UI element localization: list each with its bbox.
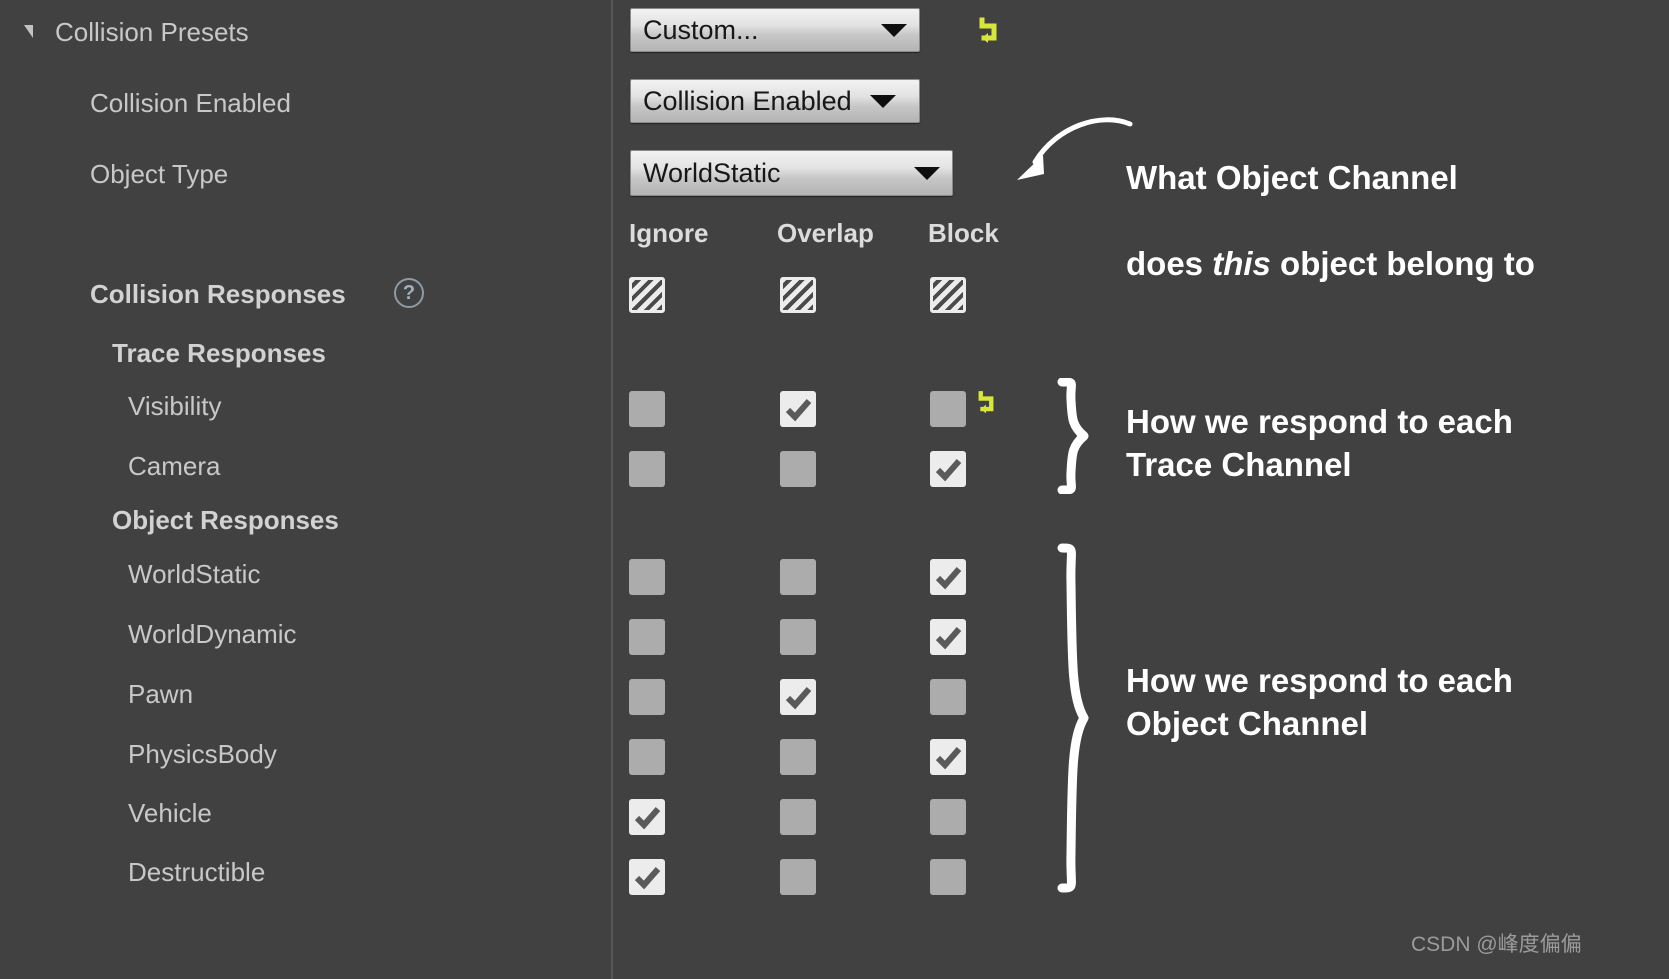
annotation-brace-trace-icon: [1057, 378, 1089, 494]
watermark: CSDN @峰度偏偏: [1411, 933, 1582, 956]
check-icon: [935, 747, 962, 770]
check-icon: [935, 459, 962, 482]
collision-presets-panel: Collision Presets Collision Enabled Obje…: [0, 0, 1669, 979]
help-question-icon[interactable]: ?: [394, 278, 424, 308]
annotation-brace-object-icon: [1057, 543, 1089, 893]
label-trace-responses: Trace Responses: [112, 338, 326, 368]
checkbox-vehicle-block[interactable]: [930, 799, 966, 835]
checkbox-visibility-ignore[interactable]: [629, 391, 665, 427]
check-icon: [935, 567, 962, 590]
checkbox-pawn-ignore[interactable]: [629, 679, 665, 715]
label-object-type: Object Type: [90, 159, 229, 189]
checkbox-collision-responses-ignore[interactable]: [629, 277, 665, 313]
reset-to-default-arrow-icon[interactable]: [972, 14, 1004, 46]
collision-enabled-dropdown[interactable]: Collision Enabled: [630, 79, 920, 123]
label-pawn: Pawn: [128, 679, 194, 709]
annotation-object-channel-line2-emphasis: this: [1212, 244, 1271, 282]
column-header-ignore: Ignore: [629, 218, 709, 248]
checkbox-visibility-block[interactable]: [930, 391, 966, 427]
checkbox-camera-ignore[interactable]: [629, 451, 665, 487]
checkbox-vehicle-ignore[interactable]: [629, 799, 665, 835]
annotation-arrow-object-type-icon: [1017, 117, 1133, 180]
label-collision-responses: Collision Responses: [90, 279, 346, 309]
annotation-object-channel-responses: How we respond to each Object Channel: [1126, 662, 1513, 742]
checkbox-collision-responses-overlap[interactable]: [780, 277, 816, 313]
checkbox-camera-block[interactable]: [930, 451, 966, 487]
annotation-object-channel-line1: What Object Channel: [1126, 158, 1458, 196]
checkbox-world-static-ignore[interactable]: [629, 559, 665, 595]
checkbox-pawn-block[interactable]: [930, 679, 966, 715]
annotation-object-channel-line2-a: does: [1126, 244, 1213, 282]
checkbox-physics-body-ignore[interactable]: [629, 739, 665, 775]
annotation-object-channel-line2-b: object belong to: [1270, 244, 1535, 282]
checkbox-collision-responses-block[interactable]: [930, 277, 966, 313]
annotation-trace-channel: How we respond to each Trace Channel: [1126, 403, 1513, 483]
column-header-overlap: Overlap: [777, 218, 874, 248]
chevron-down-icon: [914, 166, 940, 180]
annotation-object-channel: What Object Channel does this object bel…: [1126, 114, 1535, 328]
checkbox-pawn-overlap[interactable]: [780, 679, 816, 715]
checkbox-world-static-block[interactable]: [930, 559, 966, 595]
chevron-down-icon: [881, 23, 907, 37]
object-type-dropdown-value: WorldStatic: [643, 157, 781, 188]
check-icon: [634, 867, 661, 890]
checkbox-camera-overlap[interactable]: [780, 451, 816, 487]
collision-enabled-dropdown-value: Collision Enabled: [643, 85, 852, 116]
section-expander-icon[interactable]: [24, 25, 33, 38]
checkbox-destructible-block[interactable]: [930, 859, 966, 895]
check-icon: [785, 687, 812, 710]
check-icon: [785, 399, 812, 422]
checkbox-world-dynamic-ignore[interactable]: [629, 619, 665, 655]
check-icon: [634, 807, 661, 830]
label-destructible: Destructible: [128, 857, 266, 887]
checkbox-destructible-ignore[interactable]: [629, 859, 665, 895]
label-world-dynamic: WorldDynamic: [128, 619, 297, 649]
checkbox-visibility-overlap[interactable]: [780, 391, 816, 427]
annotation-object-channel-line2: does this object belong to: [1126, 243, 1535, 286]
checkbox-destructible-overlap[interactable]: [780, 859, 816, 895]
object-type-dropdown[interactable]: WorldStatic: [630, 150, 953, 196]
checkbox-physics-body-block[interactable]: [930, 739, 966, 775]
column-header-block: Block: [928, 218, 999, 248]
label-camera: Camera: [128, 451, 221, 481]
check-icon: [935, 627, 962, 650]
preset-dropdown-value: Custom...: [643, 14, 759, 45]
panel-splitter[interactable]: [611, 0, 613, 979]
checkbox-world-static-overlap[interactable]: [780, 559, 816, 595]
section-title[interactable]: Collision Presets: [55, 19, 249, 45]
reset-to-default-arrow-icon[interactable]: [972, 388, 1000, 416]
label-vehicle: Vehicle: [128, 798, 212, 828]
label-world-static: WorldStatic: [128, 559, 261, 589]
label-visibility: Visibility: [128, 391, 222, 421]
label-collision-enabled: Collision Enabled: [90, 88, 291, 118]
checkbox-world-dynamic-overlap[interactable]: [780, 619, 816, 655]
preset-dropdown[interactable]: Custom...: [630, 8, 920, 52]
checkbox-vehicle-overlap[interactable]: [780, 799, 816, 835]
label-physics-body: PhysicsBody: [128, 739, 277, 769]
checkbox-world-dynamic-block[interactable]: [930, 619, 966, 655]
label-object-responses: Object Responses: [112, 505, 339, 535]
chevron-down-icon: [869, 94, 896, 108]
checkbox-physics-body-overlap[interactable]: [780, 739, 816, 775]
